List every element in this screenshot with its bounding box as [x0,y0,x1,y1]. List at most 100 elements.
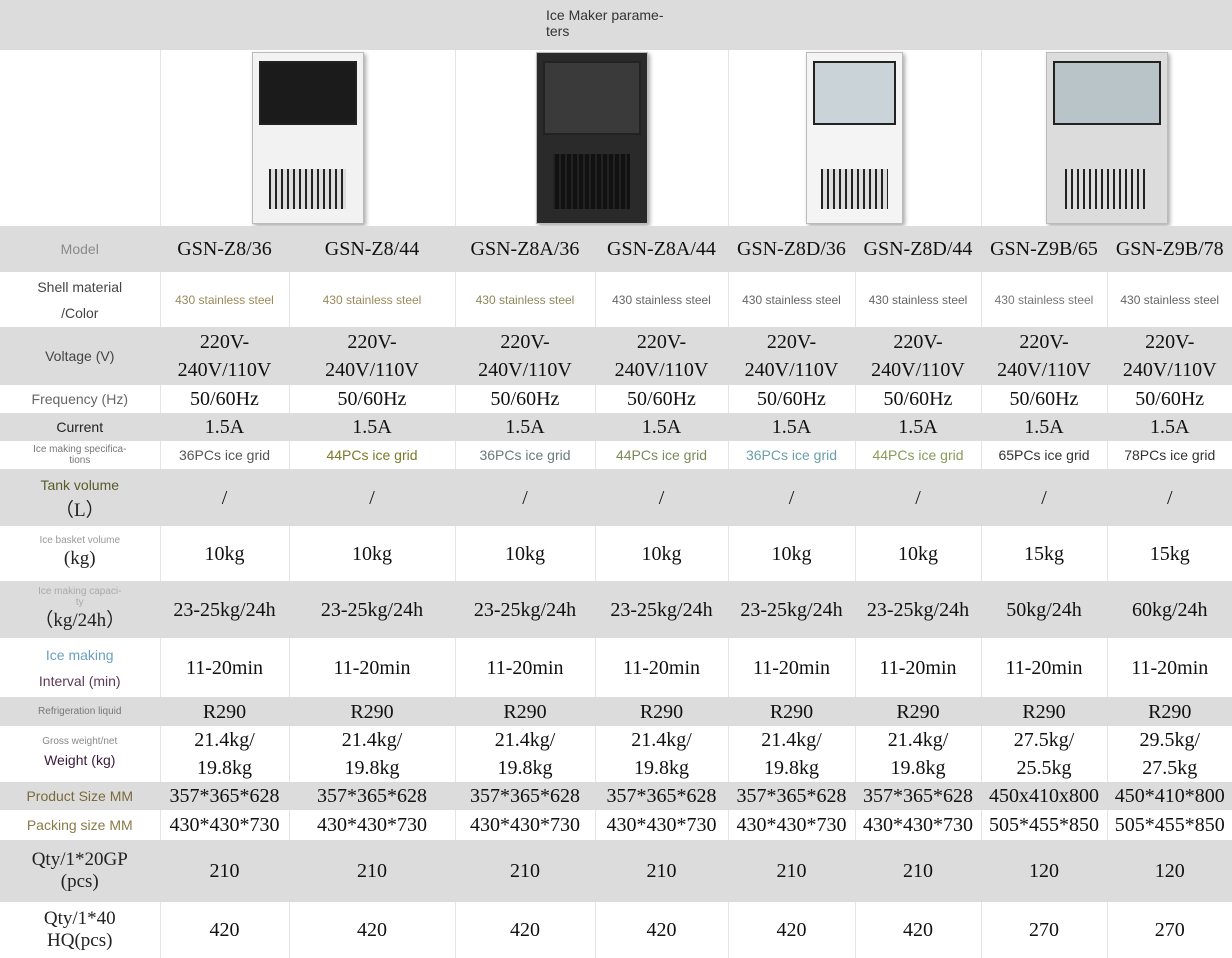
table-row: Ice making capaci- ty （kg/24h） 23-25kg/24h… [0,581,1232,638]
value-cell: 430*430*730 [454,810,595,840]
value-cell: 210 [288,840,455,902]
table-row: Current 1.5A 1.5A 1.5A 1.5A 1.5A 1.5A 1.5A 1.5A [0,413,1232,441]
value-cell: 50kg/24h [980,581,1107,638]
value-cell: 220V- 240V/110V [854,327,981,385]
vent-grille [269,169,346,209]
value-cell: 21.4kg/ 19.8kg [594,726,728,782]
value-cell: 220V- 240V/110V [288,327,455,385]
value-cell: 23-25kg/24h [594,581,728,638]
row-label-text: Current [56,419,104,435]
value-cell: 220V- 240V/110V [980,327,1107,385]
row-label-text: （L） [54,499,105,521]
value-cell: 1.5A [727,413,855,441]
product-image-cell [727,50,981,226]
row-label: Ice making capaci- ty （kg/24h） [0,581,160,638]
ice-maker-image-stainless-glass-door [1045,52,1168,224]
value-cell: 430 stainless steel [288,272,455,327]
row-label: Ice basket volume (kg) [0,526,160,581]
value-cell: 210 [454,840,595,902]
value-cell: 120 [980,840,1107,902]
row-label: Qty/1*40 HQ(pcs) [0,902,160,958]
value-cell: 357*365*628 [159,782,289,810]
value-cell: 29.5kg/ 27.5kg [1106,726,1232,782]
value-cell: 430*430*730 [594,810,728,840]
value-cell: R290 [159,697,289,726]
value-cell: 430 stainless steel [1106,272,1232,327]
value-cell: 430 stainless steel [594,272,728,327]
row-label-text: Voltage (V) [45,348,115,364]
value-cell: 220V- 240V/110V [594,327,728,385]
row-label-text: Qty/1*40 HQ(pcs) [43,908,116,951]
value-cell: GSN-Z9B/78 [1106,226,1232,272]
row-label-text: Ice basket volume [39,535,121,546]
value-cell: / [159,469,289,526]
value-cell: 1.5A [1106,413,1232,441]
value-cell: 1.5A [980,413,1107,441]
value-cell: 23-25kg/24h [288,581,455,638]
value-cell: / [980,469,1107,526]
value-cell: 450x410x800 [980,782,1107,810]
row-label-text: /Color [61,304,99,321]
value-cell: GSN-Z9B/65 [980,226,1107,272]
value-cell: R290 [727,697,855,726]
value-cell: 23-25kg/24h [727,581,855,638]
table-row: Gross weight/net Weight (kg) 21.4kg/ 19.8k… [0,726,1232,782]
value-cell: / [1106,469,1232,526]
value-cell: 1.5A [159,413,289,441]
value-cell: 430 stainless steel [159,272,289,327]
ice-maker-image-black-cabinet [535,52,648,224]
table-row: Qty/1*20GP (pcs) 210 210 210 210 210 210 120 120 [0,840,1232,902]
value-cell: R290 [980,697,1107,726]
value-cell: 50/60Hz [159,385,289,413]
row-label: Model [0,226,160,272]
value-cell: R290 [854,697,981,726]
value-cell: / [854,469,981,526]
value-cell: 430*430*730 [159,810,289,840]
value-cell: 210 [854,840,981,902]
table-title: Ice Maker parame- ters [0,0,1232,50]
value-cell: 210 [159,840,289,902]
row-label: Ice making specifica- tions [0,441,160,469]
row-label-text: Weight (kg) [44,751,116,768]
row-label-text: Frequency (Hz) [31,391,128,407]
value-cell: 23-25kg/24h [454,581,595,638]
door-panel [813,61,896,125]
value-cell: 10kg [288,526,455,581]
value-cell: 60kg/24h [1106,581,1232,638]
value-cell: 430 stainless steel [980,272,1107,327]
value-cell: 505*455*850 [980,810,1107,840]
value-cell: 50/60Hz [454,385,595,413]
value-cell: 36PCs ice grid [159,441,289,469]
value-cell: 420 [594,902,728,958]
value-cell: 10kg [727,526,855,581]
value-cell: 21.4kg/ 19.8kg [854,726,981,782]
table-row: Frequency (Hz) 50/60Hz 50/60Hz 50/60Hz 50/60… [0,385,1232,413]
value-cell: 357*365*628 [727,782,855,810]
value-cell: 357*365*628 [854,782,981,810]
value-cell: 11-20min [1106,638,1232,697]
value-cell: 50/60Hz [1106,385,1232,413]
row-label-text: Qty/1*20GP (pcs) [31,849,128,892]
value-cell: 11-20min [159,638,289,697]
value-cell: R290 [1106,697,1232,726]
value-cell: 430 stainless steel [454,272,595,327]
row-label: Current [0,413,160,441]
row-label-text: Ice making specifica- tions [33,444,127,466]
table-row: Refrigeration liquid R290 R290 R290 R290 R290… [0,697,1232,726]
value-cell: 1.5A [288,413,455,441]
row-label-text: Interval (min) [38,672,121,689]
product-image-cell [159,50,455,226]
row-label: Ice making Interval (min) [0,638,160,697]
value-cell: 210 [594,840,728,902]
table-row: Ice making Interval (min) 11-20min 11-20min… [0,638,1232,697]
image-row [0,50,1232,226]
row-label-text: Refrigeration liquid [38,706,122,717]
value-cell: 420 [454,902,595,958]
row-label-text: Product Size MM [26,788,134,804]
value-cell: 357*365*628 [454,782,595,810]
vent-grille [821,169,888,209]
row-label: Qty/1*20GP (pcs) [0,840,160,902]
title-text: Ice Maker parame- ters [546,7,664,39]
value-cell: GSN-Z8A/36 [454,226,595,272]
table-row: Product Size MM 357*365*628 357*365*628 357… [0,782,1232,810]
